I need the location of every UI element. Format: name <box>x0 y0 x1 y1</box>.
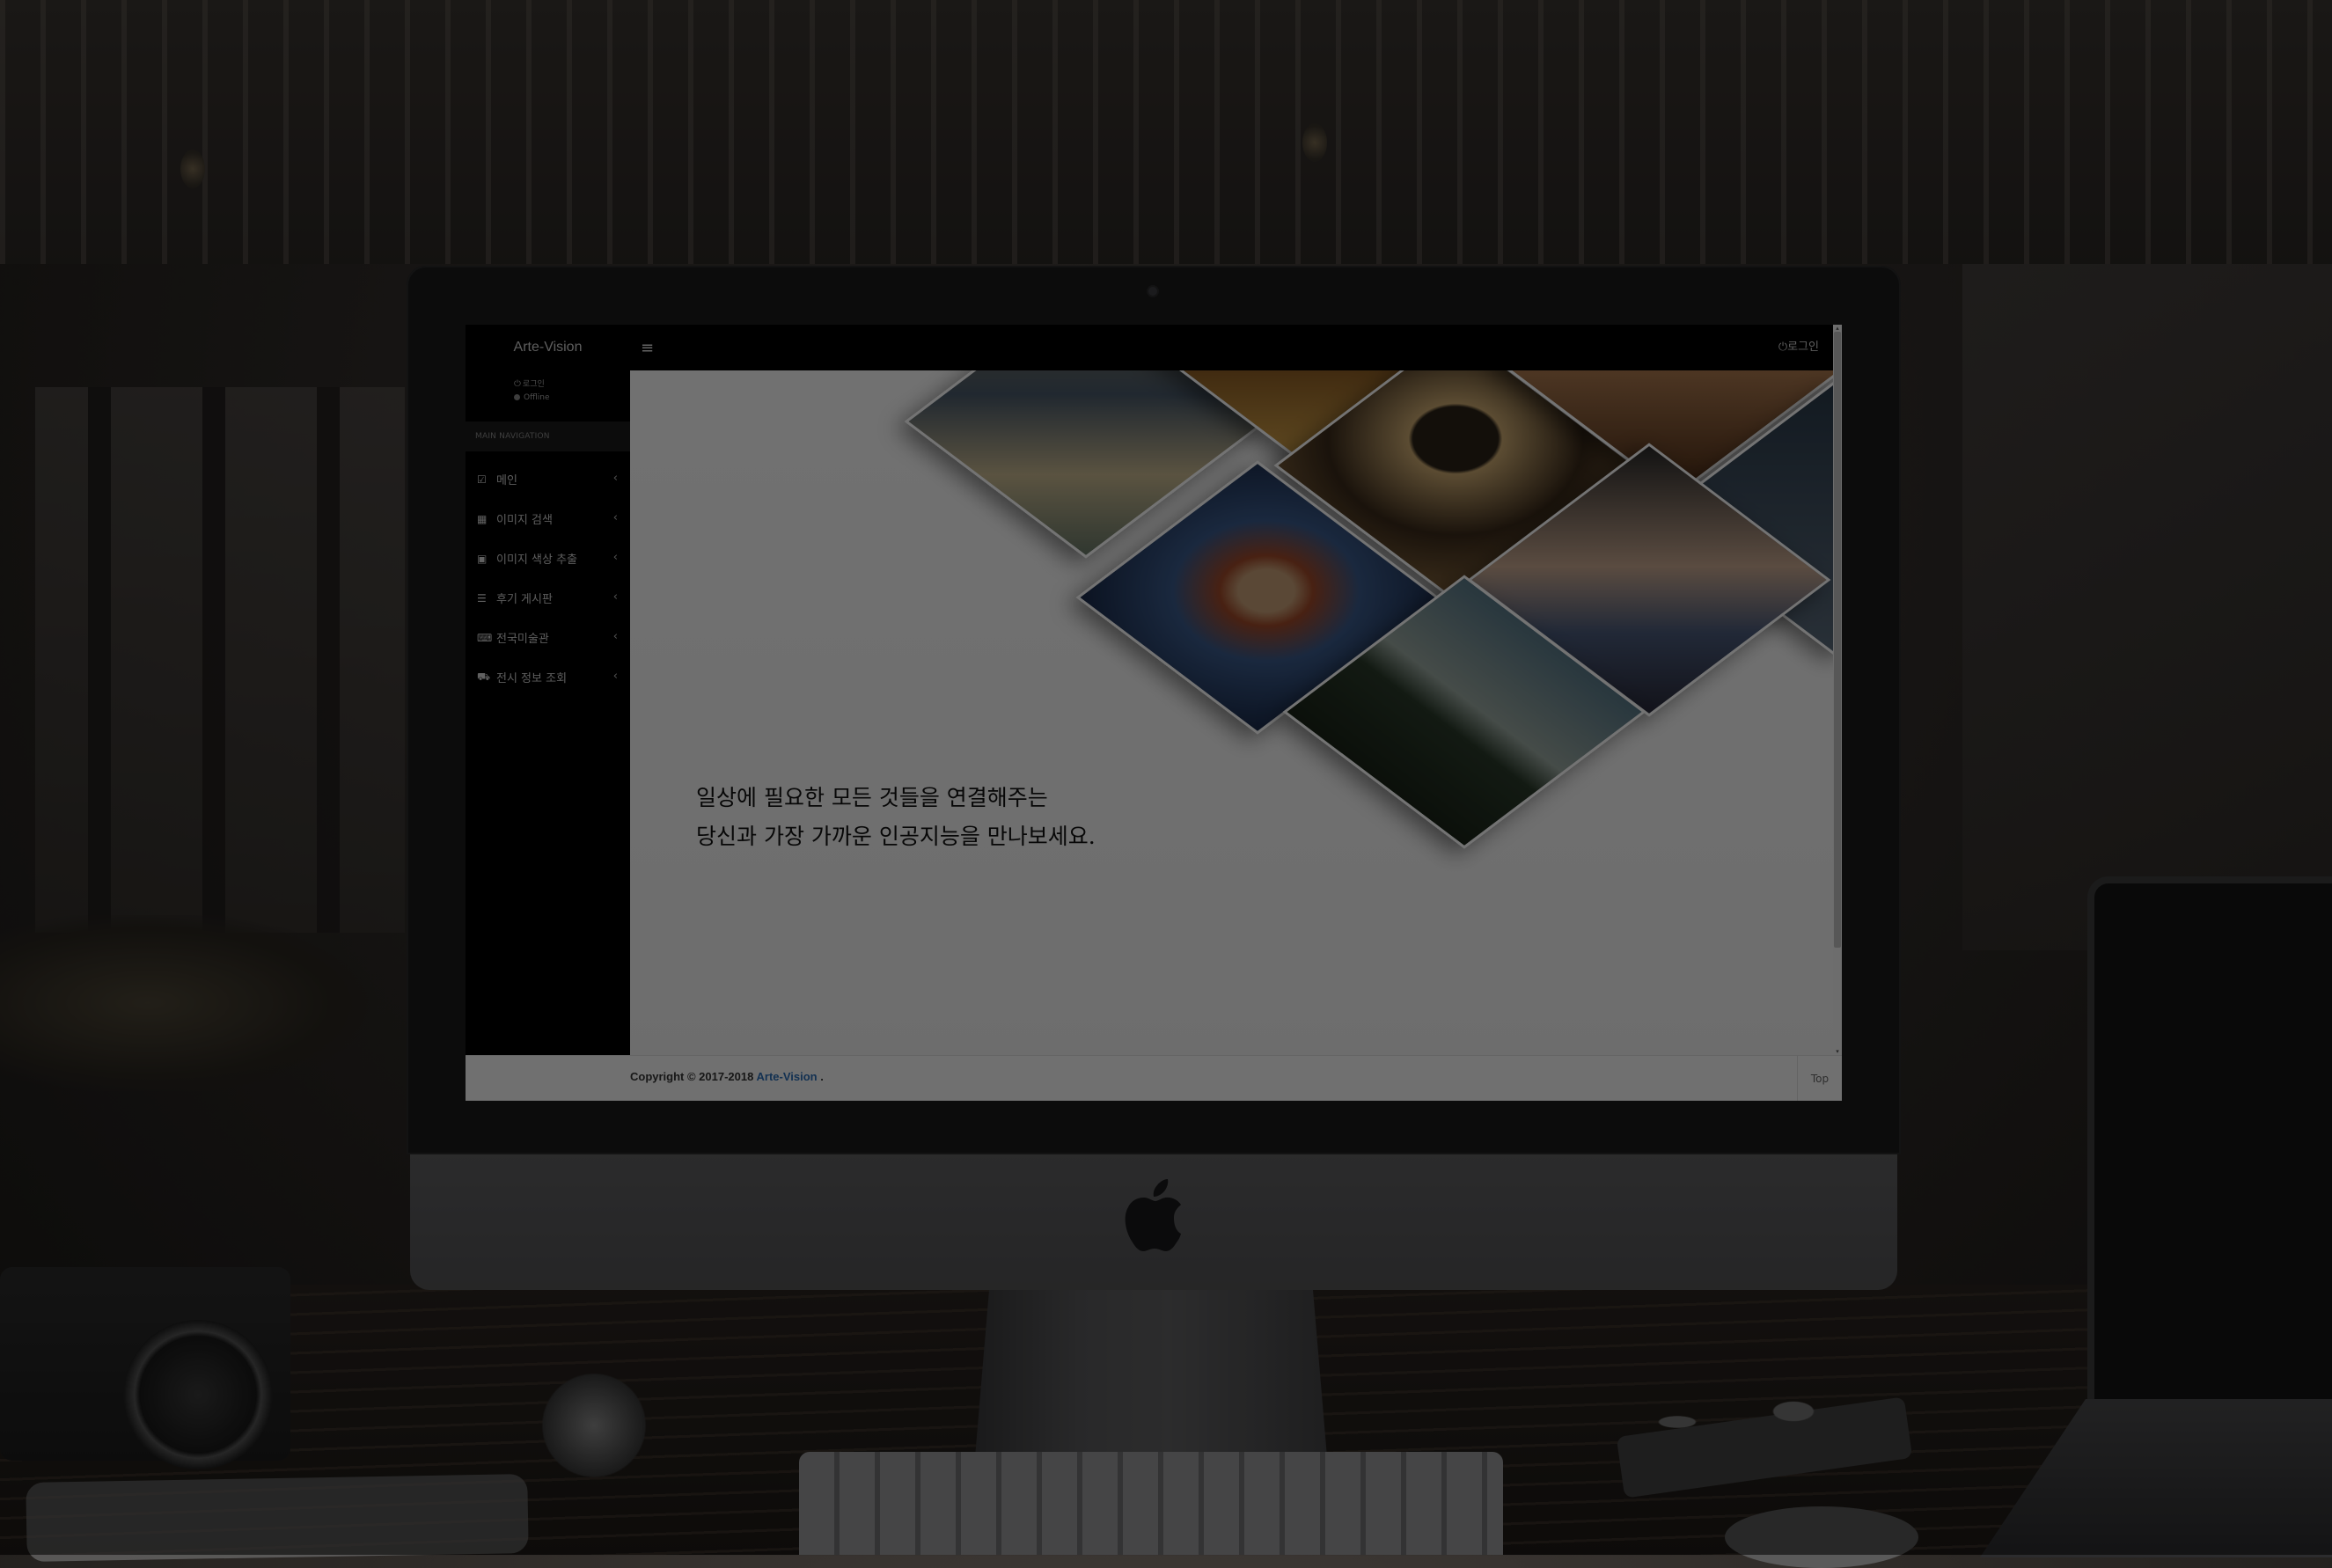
user-panel: ⏻ 로그인 Offline <box>514 377 550 405</box>
sidebar-item-label: 이미지 색상 추출 <box>496 553 577 567</box>
sidebar-item-color-extract[interactable]: ▣ 이미지 색상 추출 ‹ <box>466 539 630 578</box>
login-link[interactable]: ⏻로그인 <box>1778 337 1819 354</box>
chevron-left-icon: ‹ <box>612 670 618 683</box>
sidebar-item-image-search[interactable]: ▦ 이미지 검색 ‹ <box>466 499 630 539</box>
power-icon: ⏻ <box>514 379 521 389</box>
sidebar: Arte-Vision ⏻ 로그인 Offline MAIN NAVIGATION… <box>466 325 630 1055</box>
desk-keyboard <box>799 1452 1503 1555</box>
status-dot-icon <box>514 394 520 400</box>
car-icon: ⛟ <box>477 670 491 683</box>
sidebar-menu: ☑ 메인 ‹ ▦ 이미지 검색 ‹ ▣ 이미지 색상 추출 ‹ ☰ 후기 게시판… <box>466 459 630 697</box>
top-navbar: ≡ ⏻로그인 <box>630 325 1842 370</box>
sidebar-item-review-board[interactable]: ☰ 후기 게시판 ‹ <box>466 578 630 618</box>
user-online-status: Offline <box>524 393 550 402</box>
keyboard-icon: ⌨ <box>477 631 493 644</box>
hero-headline-line2: 당신과 가장 가까운 인공지능을 만나보세요. <box>696 824 1096 849</box>
sidebar-item-main[interactable]: ☑ 메인 ‹ <box>466 459 630 499</box>
sidebar-item-label: 전시 정보 조회 <box>496 672 568 685</box>
checkbox-icon: ☑ <box>477 473 487 486</box>
background-window <box>1962 264 2332 950</box>
scrollbar-thumb[interactable] <box>1834 332 1841 948</box>
background-plant <box>0 915 370 1091</box>
chevron-left-icon: ‹ <box>612 551 618 564</box>
table-icon: ▦ <box>477 512 488 525</box>
pendant-lamp <box>180 150 205 188</box>
webcam <box>1148 287 1157 296</box>
background-ceiling <box>0 0 2332 264</box>
power-icon: ⏻ <box>1778 341 1788 354</box>
sidebar-item-label: 전국미술관 <box>496 633 549 646</box>
sidebar-item-label: 메인 <box>496 474 517 487</box>
pendant-lamp <box>1302 123 1327 162</box>
scroll-down-arrow-icon[interactable]: ▾ <box>1834 1048 1841 1055</box>
footer-brand-link[interactable]: Arte-Vision <box>757 1070 818 1083</box>
copyright-text: Copyright © 2017-2018 Arte-Vision . <box>630 1070 824 1083</box>
website-screen: Arte-Vision ⏻ 로그인 Offline MAIN NAVIGATION… <box>466 325 1842 1101</box>
main-content: 일상에 필요한 모든 것들을 연결해주는 당신과 가장 가까운 인공지능을 만나… <box>630 370 1842 1055</box>
imac-stand <box>975 1290 1327 1457</box>
nav-header: MAIN NAVIGATION <box>466 421 630 451</box>
scroll-up-arrow-icon[interactable]: ▴ <box>1834 325 1841 332</box>
hamburger-icon[interactable]: ≡ <box>641 339 654 357</box>
chevron-left-icon: ‹ <box>612 590 618 604</box>
image-icon: ▣ <box>477 552 488 565</box>
user-login-status: 로그인 <box>522 380 545 389</box>
desk-camera-lens <box>123 1320 273 1469</box>
background-window <box>35 387 405 933</box>
footer: Copyright © 2017-2018 Arte-Vision . Top <box>466 1055 1842 1101</box>
hero-headline-line1: 일상에 필요한 모든 것들을 연결해주는 <box>696 785 1048 810</box>
chevron-left-icon: ‹ <box>612 630 618 643</box>
sidebar-item-museums[interactable]: ⌨ 전국미술관 ‹ <box>466 618 630 657</box>
laptop-screen <box>2087 876 2332 1418</box>
scroll-to-top-button[interactable]: Top <box>1797 1056 1842 1101</box>
brand-logo[interactable]: Arte-Vision <box>466 325 630 370</box>
sidebar-item-exhibition-info[interactable]: ⛟ 전시 정보 조회 ‹ <box>466 657 630 697</box>
vertical-scrollbar[interactable]: ▴ ▾ <box>1833 325 1842 1055</box>
desk-phone <box>26 1474 529 1562</box>
list-icon: ☰ <box>477 591 487 604</box>
sidebar-item-label: 이미지 검색 <box>496 514 553 527</box>
apple-logo-icon <box>1125 1179 1181 1251</box>
hero-headline: 일상에 필요한 모든 것들을 연결해주는 당신과 가장 가까운 인공지능을 만나… <box>696 779 1096 856</box>
desk-mouse <box>1725 1506 1918 1568</box>
sidebar-item-label: 후기 게시판 <box>496 593 553 606</box>
chevron-left-icon: ‹ <box>612 511 618 524</box>
chevron-left-icon: ‹ <box>612 472 618 485</box>
desk-watch <box>528 1373 660 1478</box>
desk-earbuds <box>1619 1390 1910 1496</box>
